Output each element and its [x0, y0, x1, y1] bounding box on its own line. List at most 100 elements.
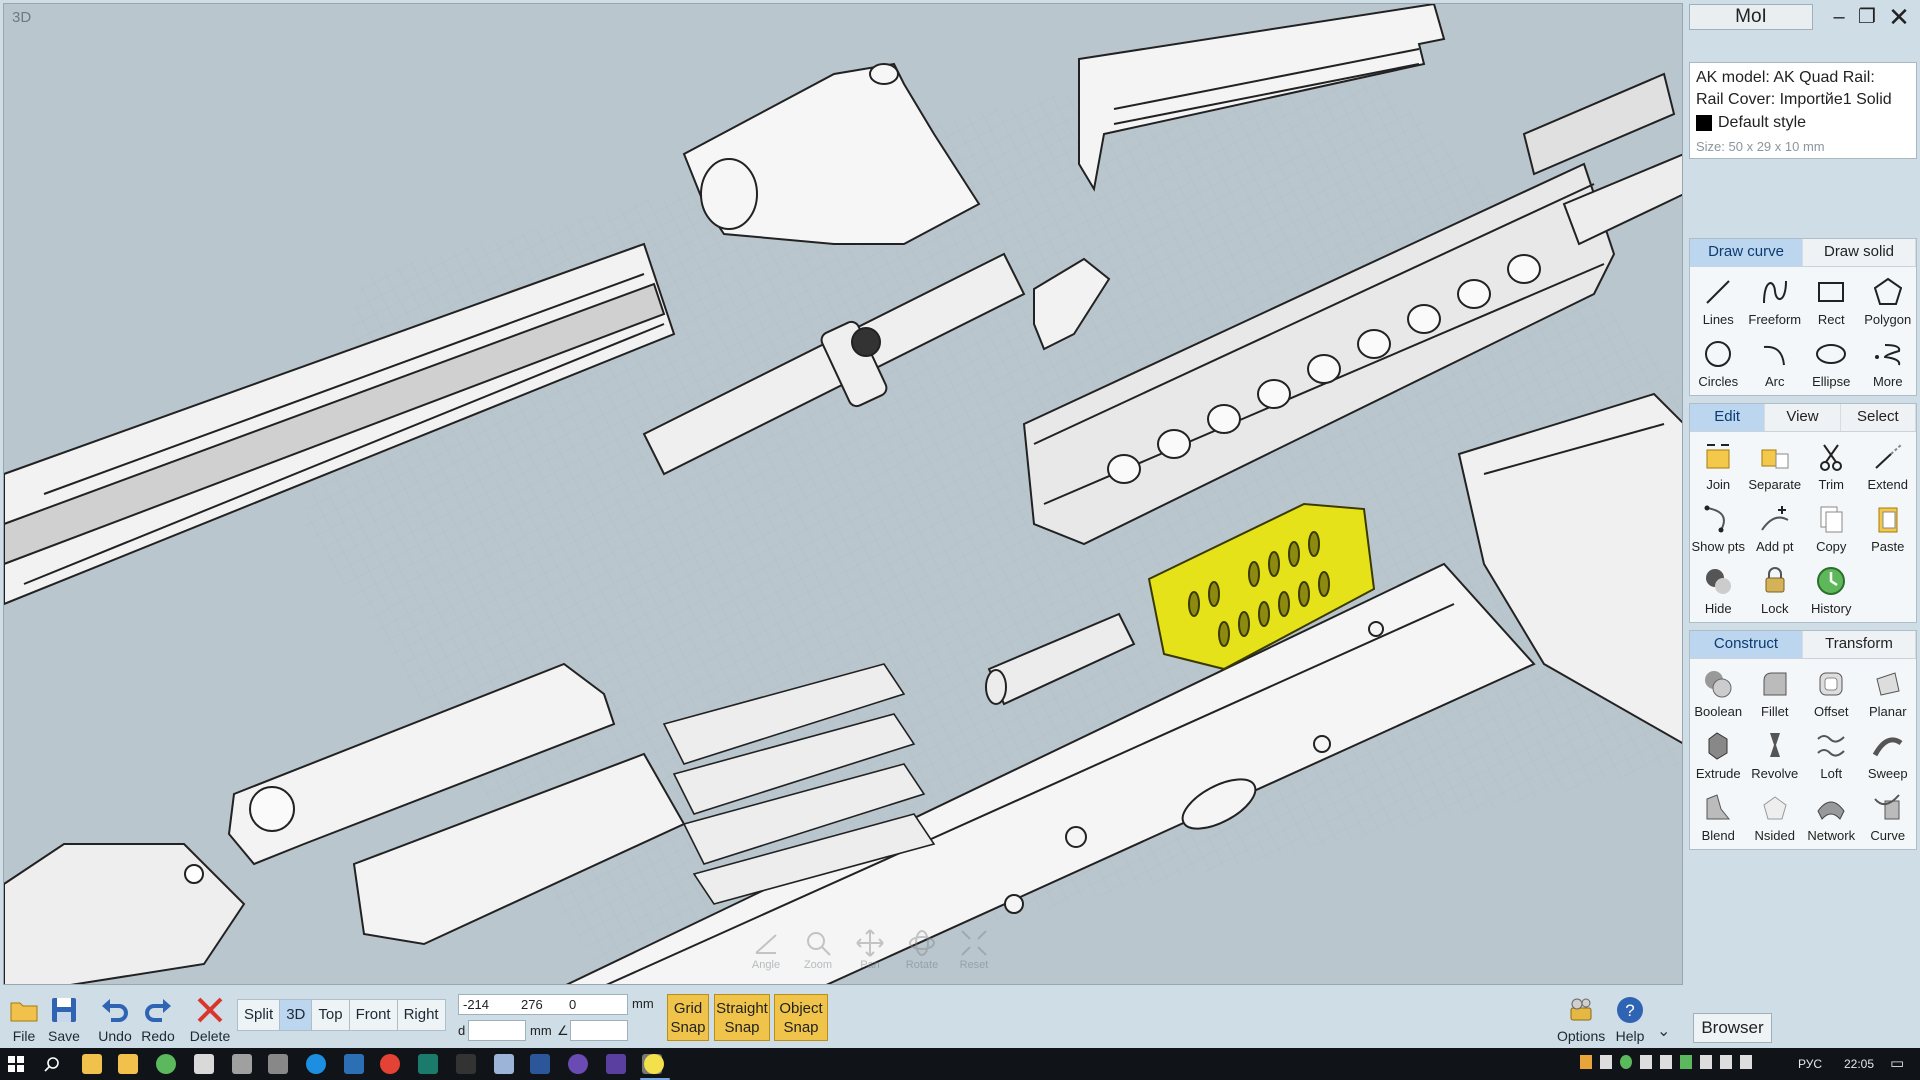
redo-button[interactable]: Redo — [134, 990, 182, 1046]
polygon-button[interactable]: Polygon — [1860, 269, 1917, 331]
app-camera-icon[interactable] — [268, 1054, 288, 1074]
rect-button[interactable]: Rect — [1803, 269, 1860, 331]
app-light-icon[interactable] — [494, 1054, 514, 1074]
maximize-button[interactable]: ❐ — [1853, 4, 1881, 32]
hide-button[interactable]: Hide — [1690, 558, 1747, 620]
3d-viewport[interactable]: 3D Angle Zoom Pan Rotate Reset — [3, 3, 1683, 985]
revolve-button[interactable]: Revolve — [1747, 723, 1804, 785]
view-3d-button[interactable]: 3D — [279, 999, 313, 1031]
nsided-button[interactable]: Nsided — [1747, 785, 1804, 847]
tab-transform[interactable]: Transform — [1803, 631, 1916, 658]
paste-label: Paste — [1871, 539, 1905, 554]
file-label: File — [12, 1028, 36, 1044]
straight-snap-toggle[interactable]: Straight Snap — [714, 994, 770, 1041]
lines-button[interactable]: Lines — [1690, 269, 1747, 331]
chevron-down-icon[interactable]: ⌄ — [1657, 1021, 1670, 1041]
xyz-field[interactable]: -214 276 0 — [458, 994, 628, 1015]
object-type-line[interactable]: Rail Cover: Importйe1 Solid — [1696, 89, 1910, 111]
delete-button[interactable]: Delete — [186, 990, 234, 1046]
blend-button[interactable]: Blend — [1690, 785, 1747, 847]
extend-button[interactable]: Extend — [1860, 434, 1917, 496]
freeform-button[interactable]: Freeform — [1747, 269, 1804, 331]
rotate-icon — [909, 930, 935, 956]
undo-button[interactable]: Undo — [91, 990, 139, 1046]
history-icon — [1817, 567, 1846, 595]
copy-button[interactable]: Copy — [1803, 496, 1860, 558]
lock-button[interactable]: Lock — [1747, 558, 1804, 620]
skype-icon[interactable] — [306, 1054, 326, 1074]
arc-button[interactable]: Arc — [1747, 331, 1804, 393]
view-split-button[interactable]: Split — [237, 999, 281, 1031]
distance-field[interactable] — [468, 1020, 526, 1041]
object-snap-toggle[interactable]: Object Snap — [774, 994, 828, 1041]
paste-button[interactable]: Paste — [1860, 496, 1917, 558]
style-selector[interactable]: Default style — [1696, 111, 1910, 135]
app-dark-icon[interactable] — [456, 1054, 476, 1074]
trim-button[interactable]: Trim — [1803, 434, 1860, 496]
curve-icon — [1873, 794, 1900, 820]
object-name-line[interactable]: AK model: AK Quad Rail: — [1696, 67, 1910, 89]
help-button[interactable]: ? Help — [1614, 990, 1646, 1044]
system-tray-icons[interactable] — [1580, 1055, 1780, 1073]
tab-select[interactable]: Select — [1840, 404, 1916, 431]
redo-label: Redo — [141, 1028, 175, 1044]
app-gray-icon[interactable] — [194, 1054, 214, 1074]
app-teal-icon[interactable] — [418, 1054, 438, 1074]
view-top-button[interactable]: Top — [311, 999, 350, 1031]
curve-button[interactable]: Curve — [1860, 785, 1917, 847]
boolean-icon — [1705, 671, 1732, 698]
show-pts-button[interactable]: Show pts — [1690, 496, 1747, 558]
ellipse-button[interactable]: Ellipse — [1803, 331, 1860, 393]
more-button[interactable]: More — [1860, 331, 1917, 393]
save-button[interactable]: Save — [40, 990, 88, 1046]
windows-start-icon[interactable] — [8, 1056, 24, 1072]
history-button[interactable]: History — [1803, 558, 1860, 620]
app-green-icon[interactable] — [156, 1054, 176, 1074]
notification-icon[interactable]: ▭ — [1890, 1054, 1904, 1072]
tab-construct[interactable]: Construct — [1690, 631, 1803, 658]
chrome-icon[interactable] — [380, 1054, 400, 1074]
grid-snap-line2: Snap — [670, 1019, 706, 1036]
extrude-button[interactable]: Extrude — [1690, 723, 1747, 785]
tab-edit[interactable]: Edit — [1690, 404, 1766, 431]
tab-view[interactable]: View — [1765, 404, 1841, 431]
circles-button[interactable]: Circles — [1690, 331, 1747, 393]
object-snap-line2: Snap — [783, 1019, 819, 1036]
grid-snap-toggle[interactable]: Grid Snap — [667, 994, 709, 1041]
app-purple-icon[interactable] — [568, 1054, 588, 1074]
object-info-box: AK model: AK Quad Rail: Rail Cover: Impo… — [1689, 62, 1917, 159]
view-front-button[interactable]: Front — [348, 999, 398, 1031]
fillet-button[interactable]: Fillet — [1747, 661, 1804, 723]
separate-button[interactable]: Separate — [1747, 434, 1804, 496]
offset-button[interactable]: Offset — [1803, 661, 1860, 723]
network-button[interactable]: Network — [1803, 785, 1860, 847]
moi-app-icon[interactable] — [644, 1054, 664, 1074]
app-film-icon[interactable] — [232, 1054, 252, 1074]
close-button[interactable]: ✕ — [1885, 4, 1913, 32]
boolean-button[interactable]: Boolean — [1690, 661, 1747, 723]
delete-label: Delete — [189, 1028, 231, 1044]
keyboard-language[interactable]: РУС — [1798, 1057, 1822, 1071]
app-blue-icon[interactable] — [344, 1054, 364, 1074]
word-icon[interactable] — [530, 1054, 550, 1074]
sweep-button[interactable]: Sweep — [1860, 723, 1917, 785]
trunnion-part — [682, 62, 981, 245]
store-icon[interactable] — [118, 1054, 138, 1074]
browser-button[interactable]: Browser — [1693, 1013, 1772, 1043]
angle-field[interactable] — [570, 1020, 628, 1041]
planar-button[interactable]: Planar — [1860, 661, 1917, 723]
view-right-button[interactable]: Right — [396, 999, 446, 1031]
file-explorer-icon[interactable] — [82, 1054, 102, 1074]
loft-button[interactable]: Loft — [1803, 723, 1860, 785]
search-icon[interactable] — [44, 1056, 60, 1072]
add-pt-button[interactable]: Add pt — [1747, 496, 1804, 558]
minimize-button[interactable]: – — [1825, 4, 1853, 32]
ellipse-icon — [1816, 344, 1847, 364]
app-violet-icon[interactable] — [606, 1054, 626, 1074]
clock[interactable]: 22:05 — [1844, 1057, 1874, 1071]
tab-draw-curve[interactable]: Draw curve — [1690, 239, 1803, 266]
options-button[interactable]: Options — [1557, 990, 1605, 1044]
tab-draw-solid[interactable]: Draw solid — [1803, 239, 1916, 266]
join-button[interactable]: Join — [1690, 434, 1747, 496]
app-title[interactable]: MoI — [1689, 4, 1813, 30]
